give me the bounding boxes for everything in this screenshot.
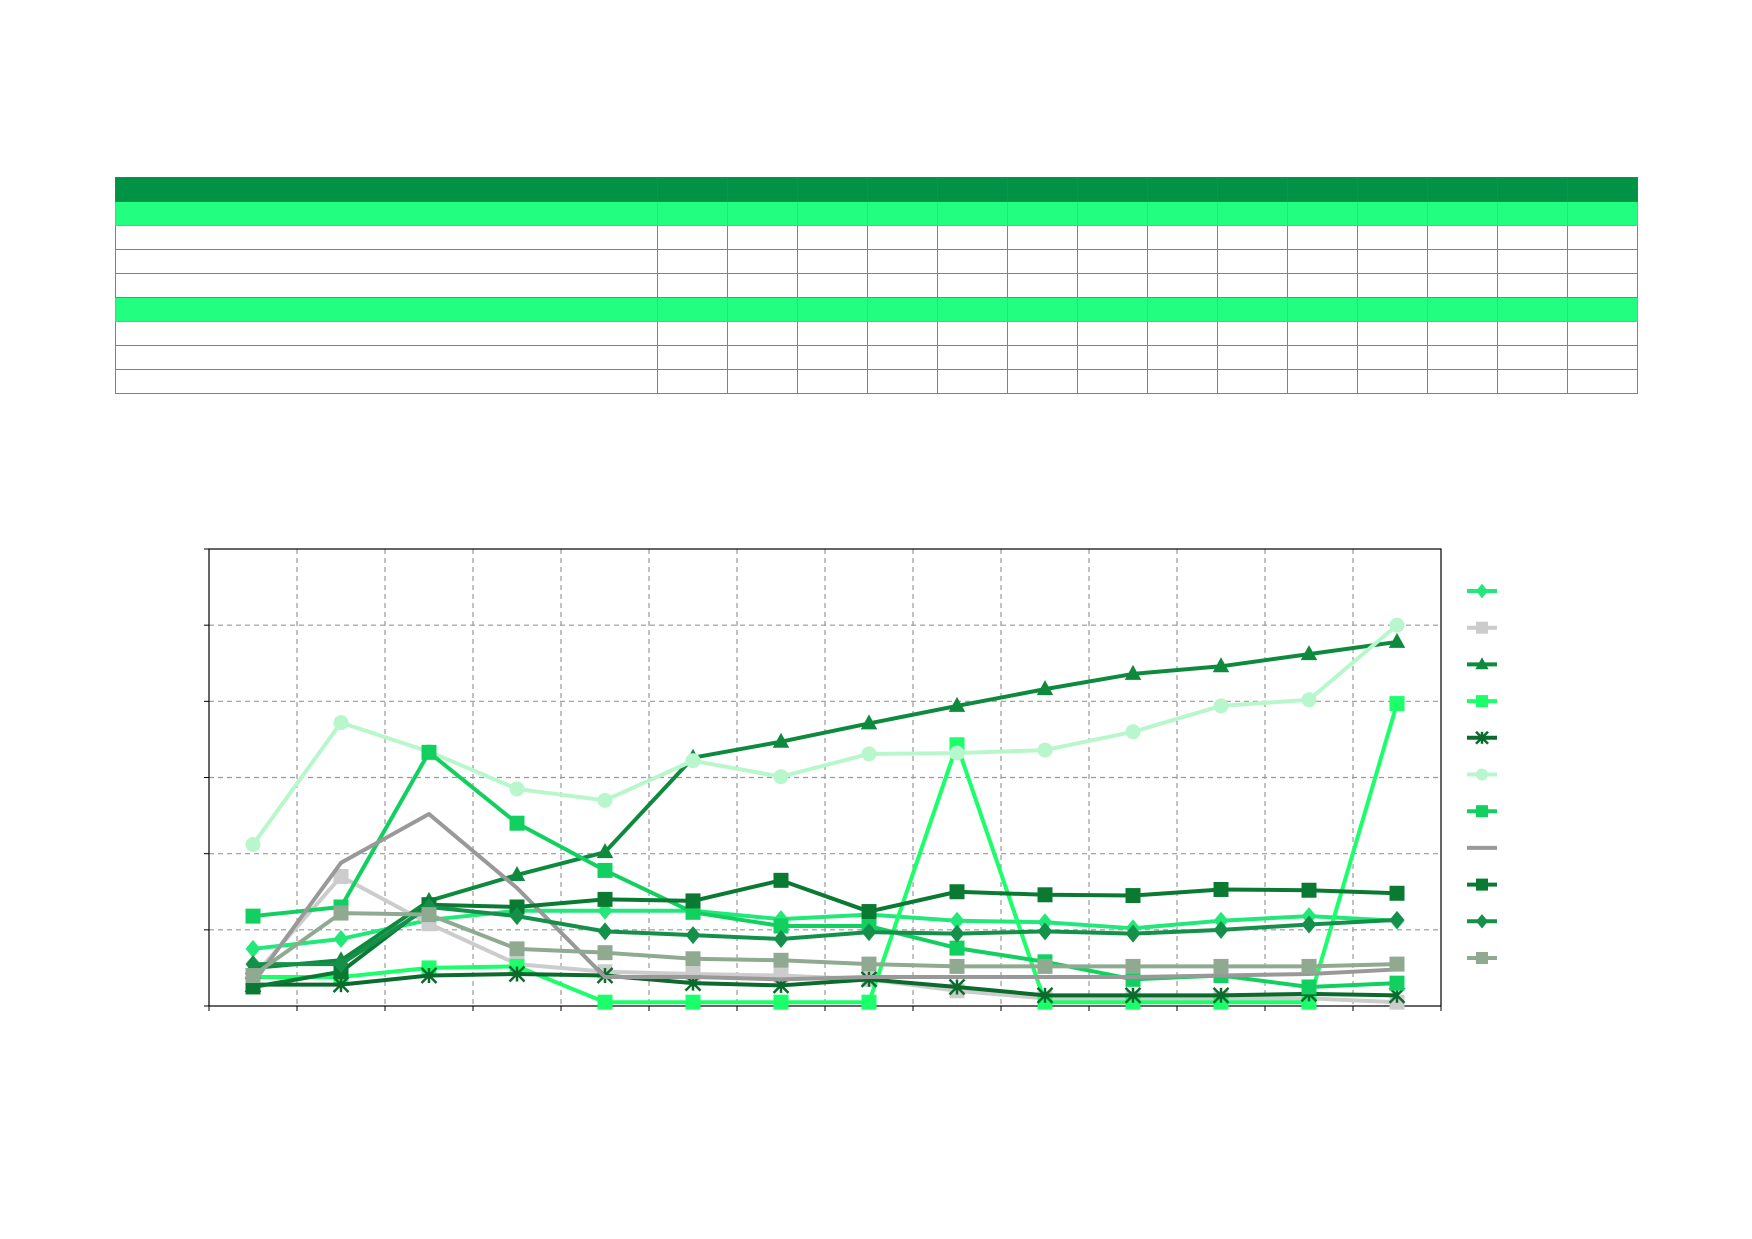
- data-point: [1213, 920, 1229, 939]
- data-point: [1037, 922, 1053, 941]
- data-point: [245, 908, 261, 924]
- data-point: [1389, 975, 1405, 991]
- legend-entry: [1467, 952, 1497, 964]
- data-point: [1476, 952, 1488, 964]
- data-point: [773, 994, 789, 1010]
- data-point: [1037, 958, 1053, 974]
- data-point: [949, 924, 965, 943]
- legend-entry: [1467, 583, 1497, 599]
- data-point: [597, 891, 613, 907]
- data-point: [861, 904, 877, 920]
- data-point: [1389, 617, 1405, 633]
- line-chart: [204, 548, 1497, 1011]
- legend-entry: [1467, 657, 1497, 670]
- data-point: [949, 958, 965, 974]
- data-point: [1476, 583, 1488, 599]
- data-point: [685, 994, 701, 1010]
- data-point: [1301, 958, 1317, 974]
- data-point: [949, 745, 965, 761]
- data-point: [597, 922, 613, 941]
- data-point: [597, 792, 613, 808]
- data-point: [1301, 979, 1317, 995]
- data-point: [333, 905, 349, 921]
- data-point: [1476, 805, 1488, 818]
- data-point: [1213, 881, 1229, 897]
- data-point: [773, 872, 789, 888]
- data-point: [597, 994, 613, 1010]
- data-point: [245, 837, 261, 853]
- data-point: [509, 815, 525, 831]
- legend-entry: [1467, 695, 1497, 708]
- data-point: [597, 945, 613, 961]
- chart-legend: [1467, 583, 1497, 964]
- data-point: [245, 968, 261, 984]
- data-point: [773, 952, 789, 968]
- data-point: [333, 929, 349, 948]
- data-point: [1476, 768, 1488, 781]
- data-point: [1125, 724, 1141, 740]
- data-point: [1037, 887, 1053, 903]
- data-point: [949, 940, 965, 956]
- data-point: [773, 769, 789, 785]
- data-point: [1476, 914, 1488, 929]
- data-point: [1301, 692, 1317, 708]
- data-point: [685, 753, 701, 769]
- data-point: [685, 893, 701, 909]
- data-point: [1476, 878, 1488, 891]
- data-point: [1125, 958, 1141, 974]
- data-point: [1476, 695, 1488, 708]
- data-point: [685, 951, 701, 967]
- data-point: [1388, 632, 1406, 648]
- data-point: [421, 744, 437, 760]
- data-point: [1389, 910, 1405, 929]
- data-point: [949, 884, 965, 900]
- data-point: [1213, 698, 1229, 714]
- data-point: [509, 941, 525, 957]
- legend-entry: [1467, 621, 1497, 634]
- data-point: [1037, 742, 1053, 758]
- data-point: [1213, 958, 1229, 974]
- chart-axes: [204, 548, 1442, 1011]
- data-point: [861, 956, 877, 972]
- data-point: [1301, 882, 1317, 898]
- data-point: [685, 926, 701, 945]
- legend-entry: [1467, 805, 1497, 818]
- data-point: [421, 907, 437, 923]
- data-point: [509, 781, 525, 797]
- legend-entry: [1467, 768, 1497, 781]
- data-point: [597, 862, 613, 878]
- legend-entry: [1467, 878, 1497, 891]
- data-point: [1125, 971, 1141, 987]
- data-point: [1476, 621, 1488, 634]
- data-point: [861, 746, 877, 762]
- data-point: [1125, 888, 1141, 904]
- data-point: [1389, 885, 1405, 901]
- legend-entry: [1467, 914, 1497, 929]
- legend-entry: [1467, 730, 1497, 745]
- data-point: [333, 715, 349, 731]
- data-point: [1389, 956, 1405, 972]
- data-point: [1389, 696, 1405, 712]
- data-point: [861, 994, 877, 1010]
